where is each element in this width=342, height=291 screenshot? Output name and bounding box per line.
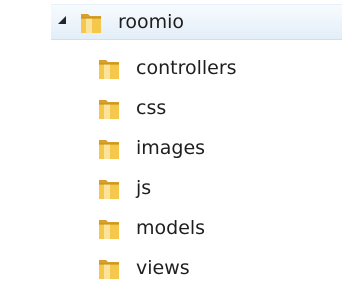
folder-icon bbox=[81, 14, 101, 33]
tree-item-css[interactable] bbox=[0, 92, 342, 128]
folder-icon bbox=[99, 180, 119, 199]
folder-icon bbox=[99, 140, 119, 159]
expand-collapse-arrow-icon[interactable] bbox=[58, 16, 66, 24]
folder-icon bbox=[99, 60, 119, 79]
tree-item-label[interactable]: models bbox=[136, 217, 205, 239]
tree-item-label[interactable]: js bbox=[136, 177, 151, 199]
tree-item-label[interactable]: images bbox=[136, 137, 205, 159]
folder-icon bbox=[99, 260, 119, 279]
folder-icon bbox=[99, 220, 119, 239]
tree-item-js[interactable] bbox=[0, 172, 342, 208]
tree-root-label[interactable]: roomio bbox=[118, 11, 184, 33]
folder-tree: roomio controllers css images js models … bbox=[0, 0, 342, 291]
tree-item-label[interactable]: controllers bbox=[136, 57, 237, 79]
tree-item-label[interactable]: views bbox=[136, 257, 190, 279]
folder-icon bbox=[99, 100, 119, 119]
tree-item-label[interactable]: css bbox=[136, 97, 166, 119]
